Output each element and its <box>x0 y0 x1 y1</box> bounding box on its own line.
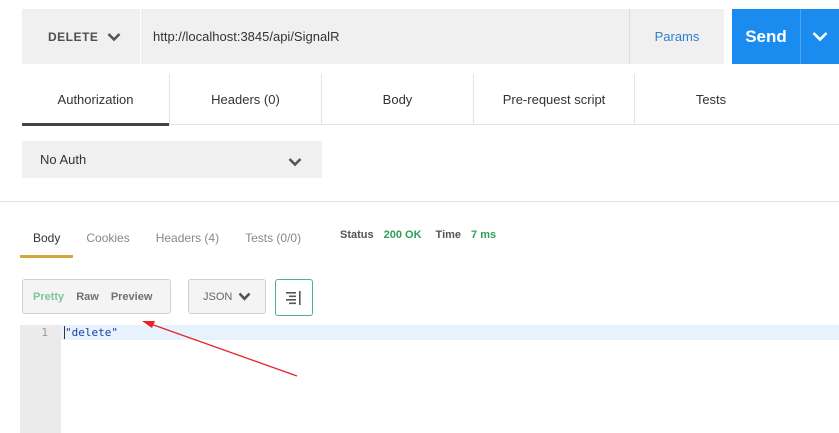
response-tab-body[interactable]: Body <box>20 220 74 258</box>
params-button[interactable]: Params <box>629 9 724 64</box>
send-label: Send <box>745 26 787 46</box>
annotation-arrow <box>142 321 298 377</box>
url-text: http://localhost:3845/api/SignalR <box>153 29 340 44</box>
status-label: Status <box>340 229 374 241</box>
request-tabs: Authorization Headers (0) Body Pre-reque… <box>22 74 839 126</box>
time-label: Time <box>435 229 462 241</box>
line-number-gutter <box>20 325 61 433</box>
wrap-lines-button[interactable] <box>275 279 313 316</box>
language-dropdown[interactable]: JSON <box>188 279 266 314</box>
send-dropdown[interactable] <box>801 31 839 42</box>
chevron-down-icon <box>812 32 828 42</box>
response-tab-tests[interactable]: Tests (0/0) <box>232 220 314 255</box>
wrap-lines-icon <box>286 290 301 305</box>
format-pretty-button[interactable]: Pretty <box>33 291 70 303</box>
chevron-down-icon <box>238 292 251 301</box>
chevron-down-icon <box>288 158 302 167</box>
time-value: 7 ms <box>471 229 497 241</box>
response-status: Status 200 OK Time 7 ms <box>340 229 500 241</box>
active-line-highlight <box>61 325 839 340</box>
send-button[interactable]: Send <box>732 9 839 64</box>
response-tab-headers[interactable]: Headers (4) <box>143 220 232 255</box>
tab-authorization[interactable]: Authorization <box>22 74 170 126</box>
url-input[interactable]: http://localhost:3845/api/SignalR <box>141 9 629 64</box>
tab-tests[interactable]: Tests <box>635 74 787 125</box>
method-dropdown[interactable]: DELETE <box>22 9 140 64</box>
chevron-down-icon <box>107 32 121 41</box>
format-raw-button[interactable]: Raw <box>76 291 105 303</box>
line-number: 1 <box>41 326 48 339</box>
auth-type-dropdown[interactable]: No Auth <box>22 141 322 178</box>
response-body-code[interactable]: "delete" <box>65 325 118 340</box>
response-tabs: Body Cookies Headers (4) Tests (0/0) <box>20 220 314 258</box>
auth-type-label: No Auth <box>40 152 87 167</box>
tab-headers[interactable]: Headers (0) <box>170 74 322 125</box>
method-label: DELETE <box>48 29 99 44</box>
format-mode-group: Pretty Raw Preview <box>22 279 171 314</box>
tab-body[interactable]: Body <box>322 74 474 125</box>
tab-pre-request-script[interactable]: Pre-request script <box>474 74 635 125</box>
section-divider <box>0 201 839 202</box>
language-label: JSON <box>203 290 233 303</box>
response-tab-cookies[interactable]: Cookies <box>73 220 142 255</box>
format-preview-button[interactable]: Preview <box>111 291 159 303</box>
text-cursor <box>64 326 65 339</box>
status-value: 200 OK <box>383 229 422 241</box>
